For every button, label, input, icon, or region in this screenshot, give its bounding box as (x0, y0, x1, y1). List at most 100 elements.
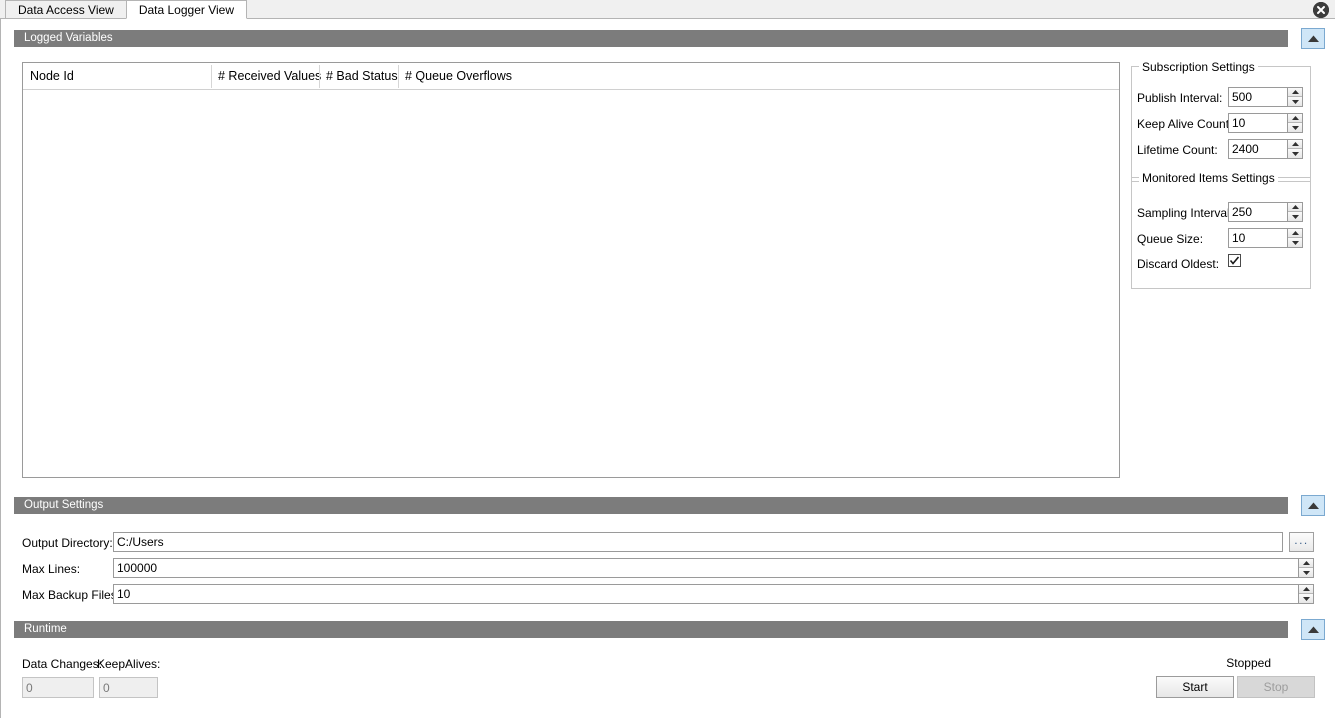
column-label: # Received Values (218, 69, 322, 83)
stepper-down-button[interactable] (1288, 149, 1302, 158)
triangle-down-icon (1302, 570, 1310, 575)
stepper-up-button[interactable] (1288, 88, 1302, 97)
stepper-buttons (1287, 229, 1302, 247)
max-backup-files-label: Max Backup Files: (22, 588, 121, 602)
discard-oldest-checkbox[interactable] (1228, 254, 1241, 267)
stepper-buttons (1287, 114, 1302, 132)
triangle-up-icon (1302, 561, 1310, 565)
stepper-buttons (1287, 140, 1302, 158)
stepper-down-button[interactable] (1299, 568, 1313, 577)
stepper-up-button[interactable] (1288, 114, 1302, 123)
triangle-up-icon (1291, 142, 1299, 146)
section-header-logged-variables: Logged Variables (14, 30, 1288, 47)
column-label: Node Id (30, 69, 74, 83)
output-directory-input[interactable] (113, 532, 1283, 552)
triangle-up-icon (1291, 116, 1299, 120)
close-circle-icon[interactable] (1313, 2, 1329, 18)
stepper-down-button[interactable] (1288, 212, 1302, 221)
start-button[interactable]: Start (1156, 676, 1234, 698)
keep-alive-count-stepper[interactable] (1228, 113, 1303, 133)
max-lines-input[interactable] (114, 559, 1298, 577)
app-window: Data Access View Data Logger View Logged… (0, 0, 1335, 718)
triangle-up-icon (1291, 231, 1299, 235)
browse-button-label: ... (1294, 533, 1309, 547)
stop-button: Stop (1237, 676, 1315, 698)
stepper-down-button[interactable] (1288, 97, 1302, 106)
queue-size-label: Queue Size: (1137, 232, 1204, 246)
stepper-up-button[interactable] (1288, 203, 1302, 212)
triangle-down-icon (1291, 151, 1299, 156)
keep-alives-value (99, 677, 158, 698)
table-body[interactable] (23, 91, 1119, 477)
start-button-label: Start (1182, 680, 1208, 694)
group-title: Monitored Items Settings (1139, 171, 1278, 185)
stepper-up-button[interactable] (1288, 229, 1302, 238)
stepper-buttons (1298, 585, 1313, 603)
column-label: # Bad Status (326, 69, 398, 83)
triangle-down-icon (1291, 125, 1299, 130)
chevron-up-icon (1307, 626, 1319, 633)
triangle-down-icon (1291, 214, 1299, 219)
chevron-up-icon (1307, 35, 1319, 42)
subscription-settings-group: Subscription Settings Publish Interval: … (1131, 60, 1311, 182)
column-header-received-values[interactable]: # Received Values (211, 63, 322, 90)
check-icon (1229, 256, 1240, 265)
stepper-buttons (1287, 203, 1302, 221)
column-header-queue-overflows[interactable]: # Queue Overflows (398, 63, 528, 90)
logged-variables-table[interactable]: Node Id # Received Values # Bad Status #… (22, 62, 1120, 478)
publish-interval-input[interactable] (1229, 88, 1287, 106)
discard-oldest-label: Discard Oldest: (1137, 257, 1220, 271)
data-changes-label: Data Changes: (22, 657, 103, 671)
triangle-down-icon (1291, 240, 1299, 245)
column-header-node-id[interactable]: Node Id (23, 63, 228, 90)
section-header-output-settings: Output Settings (14, 497, 1288, 514)
publish-interval-label: Publish Interval: (1137, 91, 1223, 105)
section-header-runtime: Runtime (14, 621, 1288, 638)
stepper-down-button[interactable] (1299, 594, 1313, 603)
browse-button[interactable]: ... (1289, 532, 1314, 552)
stepper-down-button[interactable] (1288, 123, 1302, 132)
keep-alive-count-input[interactable] (1229, 114, 1287, 132)
max-lines-stepper[interactable] (113, 558, 1314, 578)
triangle-up-icon (1302, 587, 1310, 591)
table-header-row: Node Id # Received Values # Bad Status #… (23, 63, 1119, 90)
section-title: Output Settings (24, 499, 104, 511)
triangle-up-icon (1291, 90, 1299, 94)
max-backup-files-stepper[interactable] (113, 584, 1314, 604)
sampling-interval-stepper[interactable] (1228, 202, 1303, 222)
section-title: Logged Variables (24, 32, 113, 44)
collapse-button-output-settings[interactable] (1301, 495, 1325, 516)
stepper-down-button[interactable] (1288, 238, 1302, 247)
chevron-up-icon (1307, 502, 1319, 509)
triangle-down-icon (1302, 596, 1310, 601)
tab-label: Data Access View (18, 3, 114, 17)
triangle-up-icon (1291, 205, 1299, 209)
tab-data-logger-view[interactable]: Data Logger View (125, 0, 248, 19)
keep-alives-label: KeepAlives: (97, 657, 161, 671)
column-header-bad-status[interactable]: # Bad Status (319, 63, 398, 90)
output-directory-label: Output Directory: (22, 536, 113, 550)
data-changes-value (22, 677, 94, 698)
max-lines-label: Max Lines: (22, 562, 81, 576)
stepper-up-button[interactable] (1299, 559, 1313, 568)
queue-size-stepper[interactable] (1228, 228, 1303, 248)
queue-size-input[interactable] (1229, 229, 1287, 247)
tab-bar: Data Access View Data Logger View (0, 0, 1335, 19)
lifetime-count-input[interactable] (1229, 140, 1287, 158)
collapse-button-logged-variables[interactable] (1301, 28, 1325, 49)
lifetime-count-stepper[interactable] (1228, 139, 1303, 159)
monitored-items-settings-group: Monitored Items Settings Sampling Interv… (1131, 171, 1311, 289)
runtime-status-text: Stopped (1226, 656, 1271, 670)
collapse-button-runtime[interactable] (1301, 619, 1325, 640)
publish-interval-stepper[interactable] (1228, 87, 1303, 107)
section-title: Runtime (24, 623, 67, 635)
triangle-down-icon (1291, 99, 1299, 104)
stepper-up-button[interactable] (1299, 585, 1313, 594)
stepper-up-button[interactable] (1288, 140, 1302, 149)
column-label: # Queue Overflows (405, 69, 512, 83)
sampling-interval-input[interactable] (1229, 203, 1287, 221)
tab-label: Data Logger View (138, 3, 235, 17)
stepper-buttons (1287, 88, 1302, 106)
tab-data-access-view[interactable]: Data Access View (5, 0, 127, 19)
max-backup-files-input[interactable] (114, 585, 1298, 603)
